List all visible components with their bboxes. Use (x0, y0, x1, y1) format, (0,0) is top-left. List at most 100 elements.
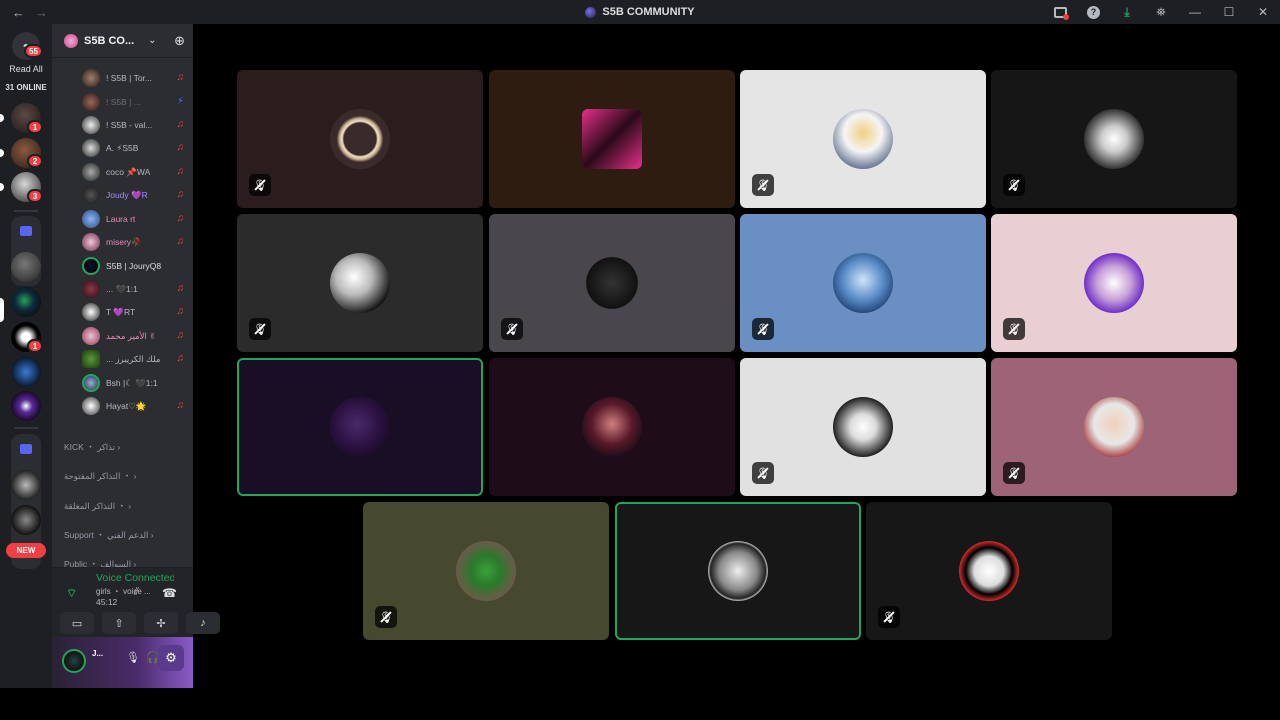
download-icon[interactable]: ⤓ (1120, 5, 1134, 19)
username: Laura rt (106, 214, 136, 224)
muted-icon: 🎙 (501, 318, 523, 340)
inbox-icon[interactable] (1053, 5, 1069, 20)
deafened-icon: ♫ (176, 306, 185, 317)
voice-user[interactable]: S5B | JouryQ8 (82, 256, 190, 276)
server-avatar-6[interactable] (11, 505, 41, 535)
disconnect-icon[interactable]: ☎ (162, 586, 177, 600)
voice-user[interactable]: ! S5B - val... ♫ (82, 115, 190, 135)
noise-suppression-icon[interactable]: ⫽ (134, 586, 139, 599)
soundboard-icon[interactable]: ♪ (186, 612, 220, 634)
category-open-tickets[interactable]: التذاكر المفتوحة ・ › (64, 470, 136, 482)
muted-icon: 🎙 (752, 462, 774, 484)
server-avatar-1[interactable] (11, 252, 41, 282)
deafened-icon: ♫ (176, 142, 185, 153)
avatar (82, 350, 100, 368)
help-icon[interactable]: ? (1087, 5, 1100, 19)
voice-user[interactable]: A. ⚡S5B ♫ (82, 138, 190, 158)
voice-user[interactable]: ! S5B | Tor... ♫ (82, 68, 190, 88)
back-arrow-icon[interactable]: ← (12, 5, 25, 20)
voice-connected-panel: ⌔ Voice Connected girls ・ voice ... 45:1… (52, 567, 220, 637)
participant-tile[interactable]: 🎙 (991, 214, 1237, 352)
username: Hayat♡🌟 (106, 400, 147, 411)
voice-user[interactable]: ... ملك الكريبرز ♫ (82, 349, 190, 369)
server-avatar-3[interactable] (11, 357, 41, 387)
rail-separator (14, 427, 38, 429)
gear-icon[interactable]: ⚙ (158, 645, 184, 671)
deafened-icon: ♫ (176, 189, 185, 200)
profile-switch-icon[interactable]: ⛯ (1154, 5, 1168, 19)
muted-icon: 🎙 (1003, 462, 1025, 484)
server-avatar-5[interactable] (11, 470, 41, 500)
deafened-icon: ⚡ (176, 96, 184, 107)
deafened-icon: ♫ (176, 72, 185, 83)
deafened-icon: ♫ (176, 353, 185, 364)
server-header[interactable]: S5B CO... ⌄ ⊕ (52, 24, 193, 58)
voice-user[interactable]: misery🥀 ♫ (82, 232, 190, 252)
home-badge: 55 (24, 44, 43, 58)
voice-user[interactable]: ! S5B | ... ⚡ (82, 92, 190, 112)
folder-icon (20, 226, 32, 236)
avatar (959, 541, 1019, 601)
category-closed-tickets[interactable]: التذاكر المغلقة ・ › (64, 500, 131, 512)
category-support[interactable]: Support ・ الدعم الفني › (64, 529, 154, 541)
participant-tile[interactable]: 🎙 (740, 70, 986, 208)
camera-off-icon[interactable]: ▭ (60, 612, 94, 634)
server-name: S5B CO... (84, 34, 135, 47)
voice-user[interactable]: ... 🖤1:1 ♫ (82, 279, 190, 299)
activities-icon[interactable]: ✢ (144, 612, 178, 634)
voice-user[interactable]: Hayat♡🌟 ♫ (82, 396, 190, 416)
avatar (833, 397, 893, 457)
avatar (82, 93, 100, 111)
participant-tile-speaking[interactable] (615, 502, 861, 640)
participant-tile[interactable]: 🎙 (237, 70, 483, 208)
participant-tile[interactable]: 🎙 (991, 70, 1237, 208)
participant-tile[interactable]: 🎙 (991, 358, 1237, 496)
participant-tile-speaking[interactable] (237, 358, 483, 496)
username: ! S5B | Tor... (106, 73, 152, 83)
avatar (833, 253, 893, 313)
participant-tile[interactable]: 🎙 (740, 214, 986, 352)
avatar (582, 397, 642, 457)
forward-arrow-icon[interactable]: → (35, 5, 48, 20)
participant-tile[interactable]: 🎙 (237, 214, 483, 352)
server-avatar-4[interactable] (11, 391, 41, 421)
avatar (330, 109, 390, 169)
category-kick[interactable]: KICK ・ تذاكر › (64, 441, 120, 453)
avatar (82, 233, 100, 251)
avatar (1084, 253, 1144, 313)
username: الأمير محمد ✌ (106, 330, 157, 341)
deafened-icon: ♫ (176, 119, 185, 130)
avatar (582, 109, 642, 169)
server-avatar-s5b[interactable] (11, 287, 41, 317)
microphone-icon[interactable]: 🎙 (126, 651, 140, 664)
close-icon[interactable]: ✕ (1256, 5, 1270, 19)
voice-status[interactable]: Voice Connected (96, 572, 174, 584)
voice-user[interactable]: Joudy 💜R ♫ (82, 185, 190, 205)
deafened-icon: ♫ (176, 283, 185, 294)
voice-user[interactable]: الأمير محمد ✌ ♫ (82, 326, 190, 346)
avatar (708, 541, 768, 601)
avatar (82, 327, 100, 345)
voice-user[interactable]: T 💜RT ♫ (82, 302, 190, 322)
username: misery🥀 (106, 236, 142, 247)
voice-user[interactable]: Laura rt ♫ (82, 209, 190, 229)
avatar (582, 253, 642, 313)
minimize-icon[interactable]: — (1188, 5, 1202, 19)
maximize-icon[interactable]: ☐ (1222, 5, 1236, 19)
voice-user[interactable]: coco 📌WA ♫ (82, 162, 190, 182)
avatar (82, 210, 100, 228)
participant-tile[interactable] (489, 70, 735, 208)
title-bar: ← → S5B COMMUNITY ? ⤓ ⛯ — ☐ ✕ (0, 0, 1280, 24)
participant-tile[interactable]: 🎙 (866, 502, 1112, 640)
avatar[interactable] (62, 649, 86, 673)
read-all-button[interactable]: Read All (0, 64, 52, 74)
invite-people-icon[interactable]: ⊕ (174, 33, 185, 49)
muted-icon: 🎙 (752, 318, 774, 340)
signal-icon[interactable]: ⌔ (66, 586, 82, 600)
participant-tile[interactable]: 🎙 (740, 358, 986, 496)
screen-share-icon[interactable]: ⇧ (102, 612, 136, 634)
participant-tile[interactable]: 🎙 (363, 502, 609, 640)
participant-tile[interactable]: 🎙 (489, 214, 735, 352)
participant-tile[interactable] (489, 358, 735, 496)
voice-user[interactable]: Bsh |☾ 🖤1:1 (82, 373, 190, 393)
